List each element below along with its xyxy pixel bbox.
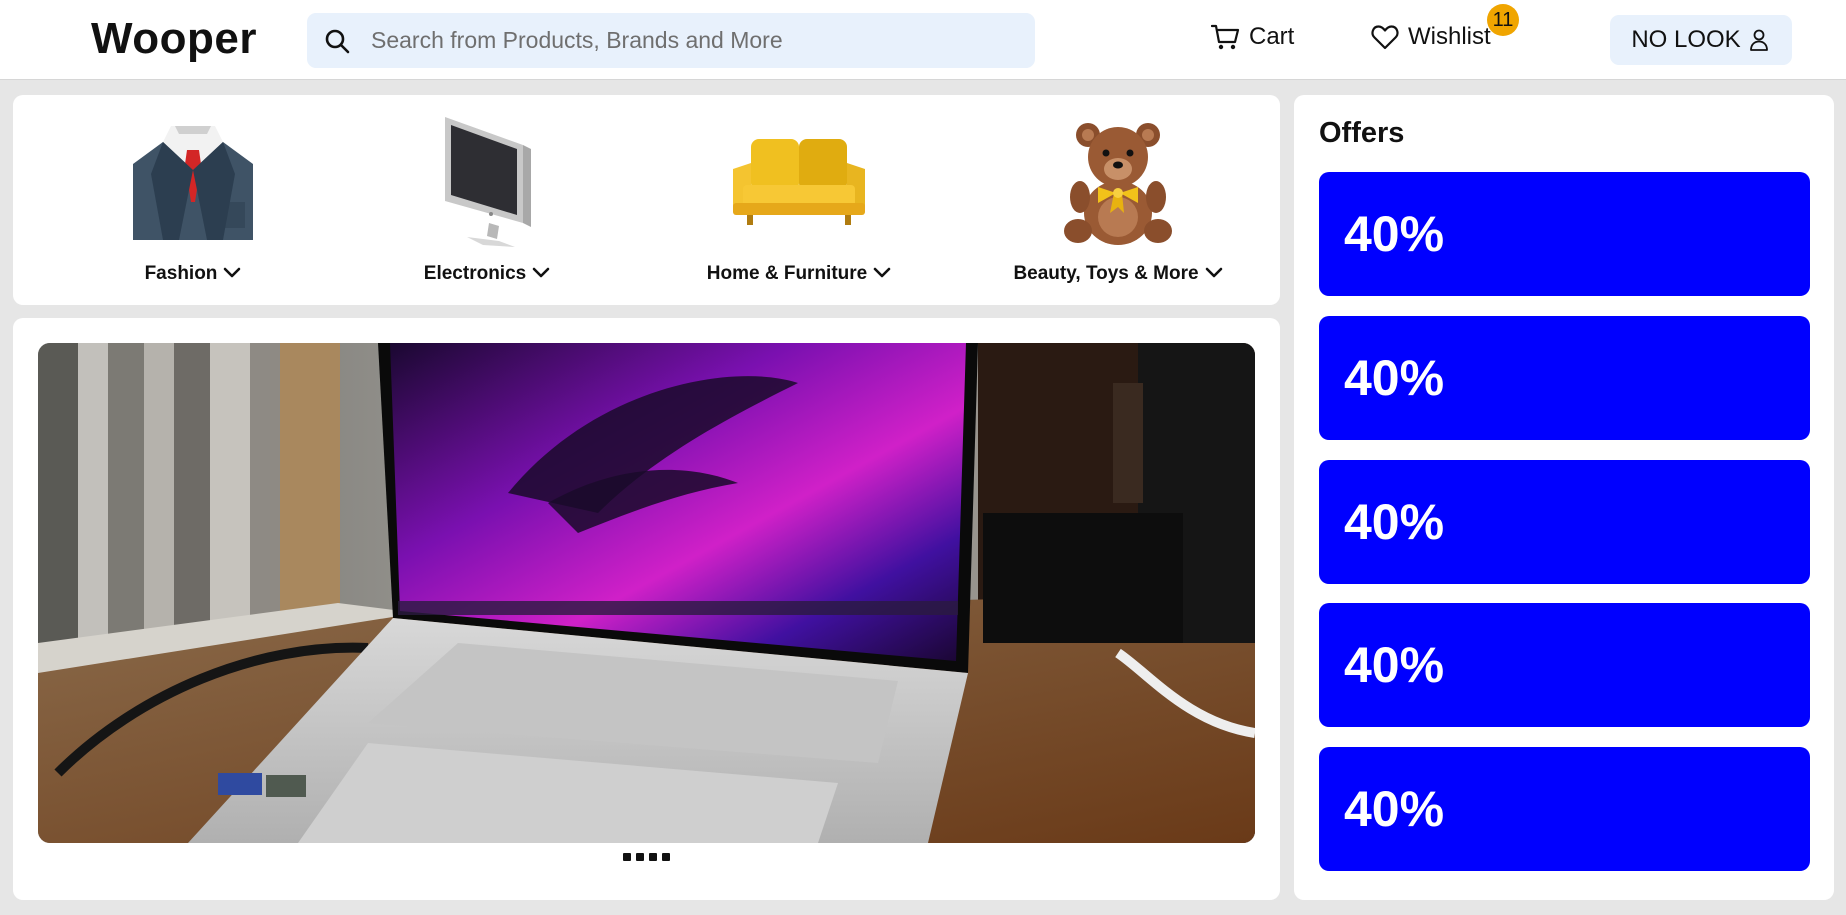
- cart-icon: [1211, 22, 1241, 52]
- search-input[interactable]: [371, 27, 1011, 54]
- offer-card[interactable]: 40%: [1319, 747, 1810, 871]
- account-button[interactable]: NO LOOK: [1610, 15, 1792, 65]
- top-navbar: Wooper Cart Wishlist 11 NO LOOK: [0, 0, 1846, 80]
- chevron-down-icon[interactable]: [873, 263, 891, 285]
- cart-label: Cart: [1249, 23, 1295, 50]
- category-label: Home & Furniture: [706, 263, 868, 284]
- offer-card[interactable]: 40%: [1319, 460, 1810, 584]
- category-electronics[interactable]: Electronics: [337, 95, 637, 305]
- category-label: Fashion: [144, 263, 218, 284]
- category-fashion[interactable]: Fashion: [43, 95, 343, 305]
- carousel-dot[interactable]: [649, 853, 657, 861]
- chevron-down-icon[interactable]: [1205, 263, 1223, 285]
- chevron-down-icon[interactable]: [223, 263, 241, 285]
- user-icon: [1749, 28, 1771, 52]
- category-bar: Fashion Electronics Home & Furniture Bea…: [13, 95, 1280, 305]
- search-icon[interactable]: [323, 27, 351, 55]
- heart-icon: [1370, 22, 1400, 52]
- category-home-furniture[interactable]: Home & Furniture: [649, 95, 949, 305]
- chevron-down-icon[interactable]: [532, 263, 550, 285]
- carousel-indicators: [13, 853, 1280, 861]
- offer-card[interactable]: 40%: [1319, 603, 1810, 727]
- wishlist-label: Wishlist: [1408, 23, 1491, 50]
- wishlist-link[interactable]: Wishlist 11: [1370, 4, 1519, 52]
- sofa-icon: [649, 113, 949, 253]
- suit-icon: [43, 113, 343, 253]
- offer-card[interactable]: 40%: [1319, 172, 1810, 296]
- cart-link[interactable]: Cart: [1211, 22, 1294, 52]
- site-logo[interactable]: Wooper: [91, 14, 257, 64]
- wishlist-count-badge: 11: [1487, 4, 1519, 36]
- account-label: NO LOOK: [1631, 26, 1741, 53]
- teddy-bear-icon: [968, 113, 1268, 253]
- offers-title: Offers: [1319, 117, 1405, 149]
- monitor-icon: [337, 113, 637, 253]
- category-label: Electronics: [423, 263, 527, 284]
- category-label: Beauty, Toys & More: [1013, 263, 1199, 284]
- banner-image[interactable]: [38, 343, 1255, 843]
- carousel-dot[interactable]: [636, 853, 644, 861]
- offers-panel: Offers 40% 40% 40% 40% 40%: [1294, 95, 1834, 900]
- category-beauty-toys[interactable]: Beauty, Toys & More: [968, 95, 1268, 305]
- carousel-dot[interactable]: [662, 853, 670, 861]
- carousel-dot[interactable]: [623, 853, 631, 861]
- offer-card[interactable]: 40%: [1319, 316, 1810, 440]
- search-bar[interactable]: [307, 13, 1035, 68]
- banner-carousel: [13, 318, 1280, 900]
